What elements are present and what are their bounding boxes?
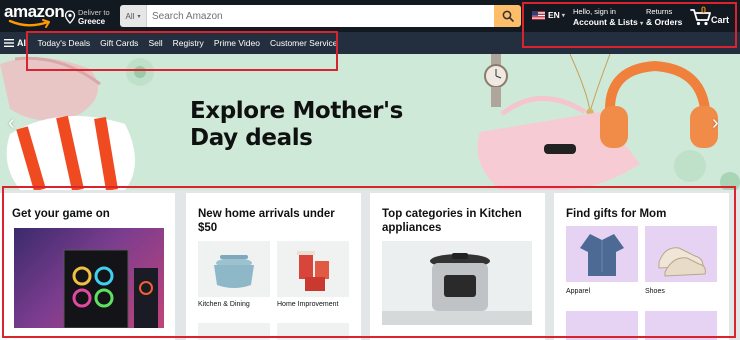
tile-label: Kitchen & Dining	[198, 301, 250, 308]
caret-down-icon: ▾	[640, 21, 644, 27]
returns-orders[interactable]: Returns & Orders	[646, 7, 682, 27]
card-gifts-mom[interactable]: Find gifts for Mom Apparel Shoes	[554, 193, 729, 340]
card-title: Get your game on	[12, 208, 110, 220]
gaming-pc-image[interactable]	[14, 228, 164, 329]
returns-label: Returns	[646, 7, 673, 16]
card-grid: Get your game on New home arrivals under…	[0, 190, 740, 340]
all-menu-button[interactable]: All	[4, 38, 29, 48]
tile-home-improvement[interactable]	[277, 241, 349, 297]
nav-todays-deals[interactable]: Today's Deals	[38, 38, 91, 48]
tile-label: Home Improvement	[277, 301, 339, 308]
search-input[interactable]	[147, 5, 494, 27]
card-home[interactable]: New home arrivals under $50 Kitchen & Di…	[186, 193, 361, 340]
tile-shoes[interactable]	[645, 226, 717, 282]
blouse-image	[580, 234, 624, 276]
pressure-cooker-graphic	[382, 253, 532, 325]
cart-button[interactable]: 0 Cart	[690, 4, 736, 28]
top-header: amazon Deliver to Greece All ▾ Search Am…	[0, 0, 740, 32]
caret-down-icon: ▾	[561, 12, 565, 19]
carousel-prev-icon[interactable]: ‹	[8, 112, 15, 135]
deliver-to[interactable]: Deliver to Greece	[64, 6, 110, 28]
card-title: Find gifts for Mom	[566, 208, 667, 220]
nav-registry[interactable]: Registry	[173, 38, 204, 48]
account-greeting: Hello, sign in	[573, 7, 616, 16]
us-flag-icon	[532, 10, 545, 20]
magnifier-icon	[502, 10, 514, 22]
deliver-label: Deliver to	[78, 8, 110, 17]
tile-placeholder[interactable]	[277, 323, 349, 340]
nav-bar: All Today's Deals Gift Cards Sell Regist…	[0, 32, 740, 54]
dutch-oven-image	[214, 255, 254, 288]
search-category-dropdown[interactable]: All ▾	[120, 5, 147, 27]
smile-arrow-icon	[8, 19, 50, 28]
tile-apparel[interactable]	[566, 226, 638, 282]
nav-sell[interactable]: Sell	[148, 38, 162, 48]
tile-placeholder[interactable]	[198, 323, 270, 340]
search-button[interactable]	[494, 5, 521, 27]
tile-label: Shoes	[645, 288, 665, 295]
card-title: New home arrivals under $50	[198, 208, 335, 234]
account-lists-label: Account & Lists	[573, 17, 638, 27]
caret-down-icon: ▾	[137, 13, 141, 20]
canisters-image	[297, 251, 329, 291]
tile-placeholder[interactable]	[645, 311, 717, 340]
cart-count: 0	[701, 5, 707, 15]
account-menu[interactable]: Hello, sign in Account & Lists ▾	[573, 7, 643, 29]
hamburger-icon	[4, 39, 14, 47]
gaming-pc-graphic	[63, 249, 158, 329]
language-selector[interactable]: EN ▾	[532, 10, 565, 20]
orders-label: & Orders	[646, 17, 683, 27]
tile-kitchen-dining[interactable]	[198, 241, 270, 297]
card-title: Top categories in Kitchen appliances	[382, 208, 522, 234]
nav-customer-service[interactable]: Customer Service	[270, 38, 338, 48]
search-bar: All ▾	[120, 5, 521, 27]
tile-label: Apparel	[566, 288, 591, 295]
sneakers-image	[658, 247, 706, 277]
nav-prime-video[interactable]: Prime Video	[214, 38, 260, 48]
location-pin-icon	[64, 10, 76, 24]
card-game[interactable]: Get your game on	[0, 193, 175, 340]
pressure-cooker-image[interactable]	[382, 241, 532, 325]
nav-gift-cards[interactable]: Gift Cards	[100, 38, 138, 48]
deliver-location: Greece	[78, 17, 106, 26]
hero-banner[interactable]: Explore Mother's Day deals ‹ ›	[0, 54, 740, 190]
search-category-label: All	[125, 11, 135, 21]
tile-placeholder[interactable]	[566, 311, 638, 340]
language-label: EN	[548, 10, 560, 20]
carousel-next-icon[interactable]: ›	[712, 112, 719, 135]
account-lists-row: Account & Lists ▾	[573, 17, 643, 29]
all-menu-label: All	[17, 38, 29, 48]
card-kitchen[interactable]: Top categories in Kitchen appliances	[370, 193, 545, 340]
amazon-logo[interactable]: amazon	[4, 3, 65, 29]
cart-label: Cart	[711, 15, 730, 25]
hero-title: Explore Mother's Day deals	[190, 98, 403, 151]
